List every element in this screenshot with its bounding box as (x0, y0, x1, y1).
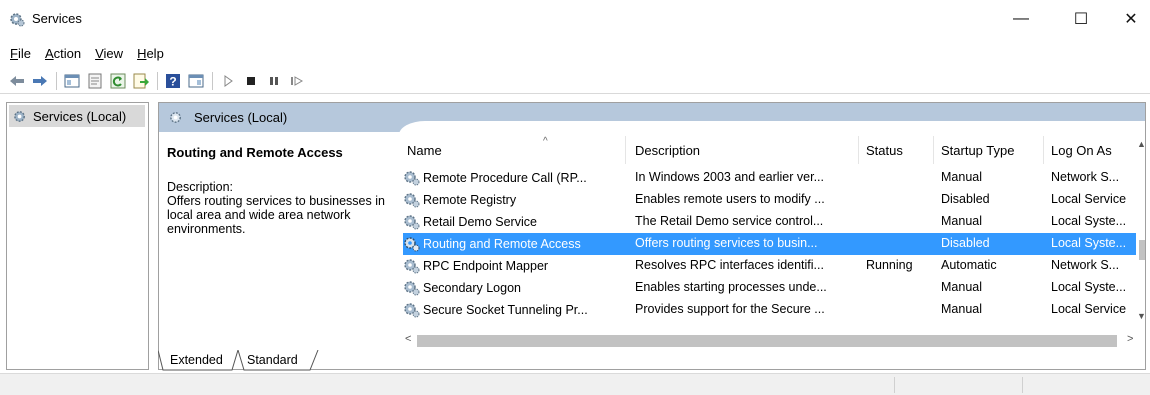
toolbar-separator (157, 71, 158, 90)
description-text: Offers routing services to businesses in… (167, 194, 385, 236)
table-row[interactable]: Secure Socket Tunneling Pr... Provides s… (403, 299, 1136, 321)
column-separator[interactable] (625, 136, 626, 164)
status-bar (0, 373, 1150, 395)
refresh-icon[interactable] (107, 70, 129, 92)
table-row[interactable]: Secondary Logon Enables starting process… (403, 277, 1136, 299)
service-gear-icon (404, 303, 420, 318)
menu-file[interactable]: File (10, 46, 31, 61)
sort-ascending-icon: ^ (543, 136, 548, 147)
menu-view[interactable]: View (95, 46, 123, 61)
table-row[interactable]: Remote Registry Enables remote users to … (403, 189, 1136, 211)
service-gear-icon (404, 193, 420, 208)
stop-service-icon[interactable] (240, 70, 262, 92)
status-bar-divider (894, 377, 895, 393)
export-list-icon[interactable] (130, 70, 152, 92)
maximize-icon: ☐ (1073, 11, 1089, 28)
window-title: Services (32, 11, 82, 26)
column-header-name[interactable]: Name (407, 133, 442, 167)
services-gear-icon (9, 11, 25, 27)
service-gear-icon (404, 171, 420, 186)
table-row[interactable]: RPC Endpoint Mapper Resolves RPC interfa… (403, 255, 1136, 277)
column-header-log-on-as[interactable]: Log On As (1051, 133, 1112, 167)
service-gear-icon (404, 237, 420, 252)
menu-help[interactable]: Help (137, 46, 164, 61)
console-tree: Services (Local) (6, 102, 149, 370)
resume-service-icon[interactable] (286, 70, 308, 92)
column-header-description[interactable]: Description (635, 133, 700, 167)
toolbar-separator (212, 71, 213, 90)
column-separator[interactable] (933, 136, 934, 164)
horizontal-scrollbar[interactable]: < > (403, 333, 1143, 349)
header-band: Services (Local) (159, 103, 1145, 151)
toolbar-separator (56, 71, 57, 90)
horizontal-scroll-thumb[interactable] (417, 335, 1117, 347)
close-button[interactable]: ✕ (1108, 0, 1150, 38)
title-bar: Services — ☐ ✕ (0, 0, 1150, 38)
services-pane: Services (Local) Routing and Remote Acce… (158, 102, 1146, 370)
tab-extended[interactable]: Extended (170, 353, 223, 367)
description-label: Description: (167, 180, 233, 194)
show-action-pane-icon[interactable] (185, 70, 207, 92)
header-curve (399, 121, 1145, 151)
column-header-status[interactable]: Status (866, 133, 903, 167)
tree-node-label: Services (Local) (33, 108, 127, 124)
column-separator[interactable] (858, 136, 859, 164)
table-row[interactable]: Retail Demo Service The Retail Demo serv… (403, 211, 1136, 233)
minimize-button[interactable]: — (998, 0, 1044, 38)
column-separator[interactable] (1043, 136, 1044, 164)
toolbar: ? (0, 68, 1150, 94)
view-tabs: Extended Standard (158, 350, 1146, 372)
maximize-button[interactable]: ☐ (1058, 0, 1104, 38)
scroll-right-icon[interactable]: > (1127, 333, 1133, 345)
pane-title: Services (Local) (169, 110, 287, 125)
scroll-left-icon[interactable]: < (405, 333, 411, 345)
help-icon[interactable]: ? (162, 70, 184, 92)
table-row[interactable]: Remote Procedure Call (RP... In Windows … (403, 167, 1136, 189)
service-gear-icon (404, 259, 420, 274)
svg-text:?: ? (169, 74, 176, 88)
menu-bar: File Action View Help (0, 38, 1150, 68)
minimize-icon: — (1013, 10, 1029, 27)
column-header-startup-type[interactable]: Startup Type (941, 133, 1014, 167)
scroll-up-icon[interactable]: ▲ (1137, 139, 1145, 149)
tab-standard[interactable]: Standard (247, 353, 298, 367)
vertical-scrollbar[interactable]: ▲ ▼ (1137, 133, 1145, 335)
service-gear-icon (404, 281, 420, 296)
service-description-panel: Routing and Remote Access Description: O… (167, 145, 397, 236)
close-icon: ✕ (1124, 11, 1138, 28)
services-gear-icon (170, 112, 181, 123)
start-service-icon[interactable] (217, 70, 239, 92)
selected-service-name: Routing and Remote Access (167, 145, 343, 160)
forward-arrow-icon[interactable] (29, 70, 51, 92)
show-hide-console-tree-icon[interactable] (61, 70, 83, 92)
back-arrow-icon[interactable] (6, 70, 28, 92)
service-gear-icon (404, 215, 420, 230)
menu-action[interactable]: Action (45, 46, 81, 61)
services-gear-icon (14, 110, 25, 122)
vertical-scroll-thumb[interactable] (1139, 240, 1145, 260)
table-row-selected[interactable]: Routing and Remote Access Offers routing… (403, 233, 1136, 255)
pause-service-icon[interactable] (263, 70, 285, 92)
tree-node-services-local[interactable]: Services (Local) (9, 105, 145, 127)
properties-icon[interactable] (84, 70, 106, 92)
status-bar-divider (1022, 377, 1023, 393)
scroll-down-icon[interactable]: ▼ (1137, 311, 1145, 321)
